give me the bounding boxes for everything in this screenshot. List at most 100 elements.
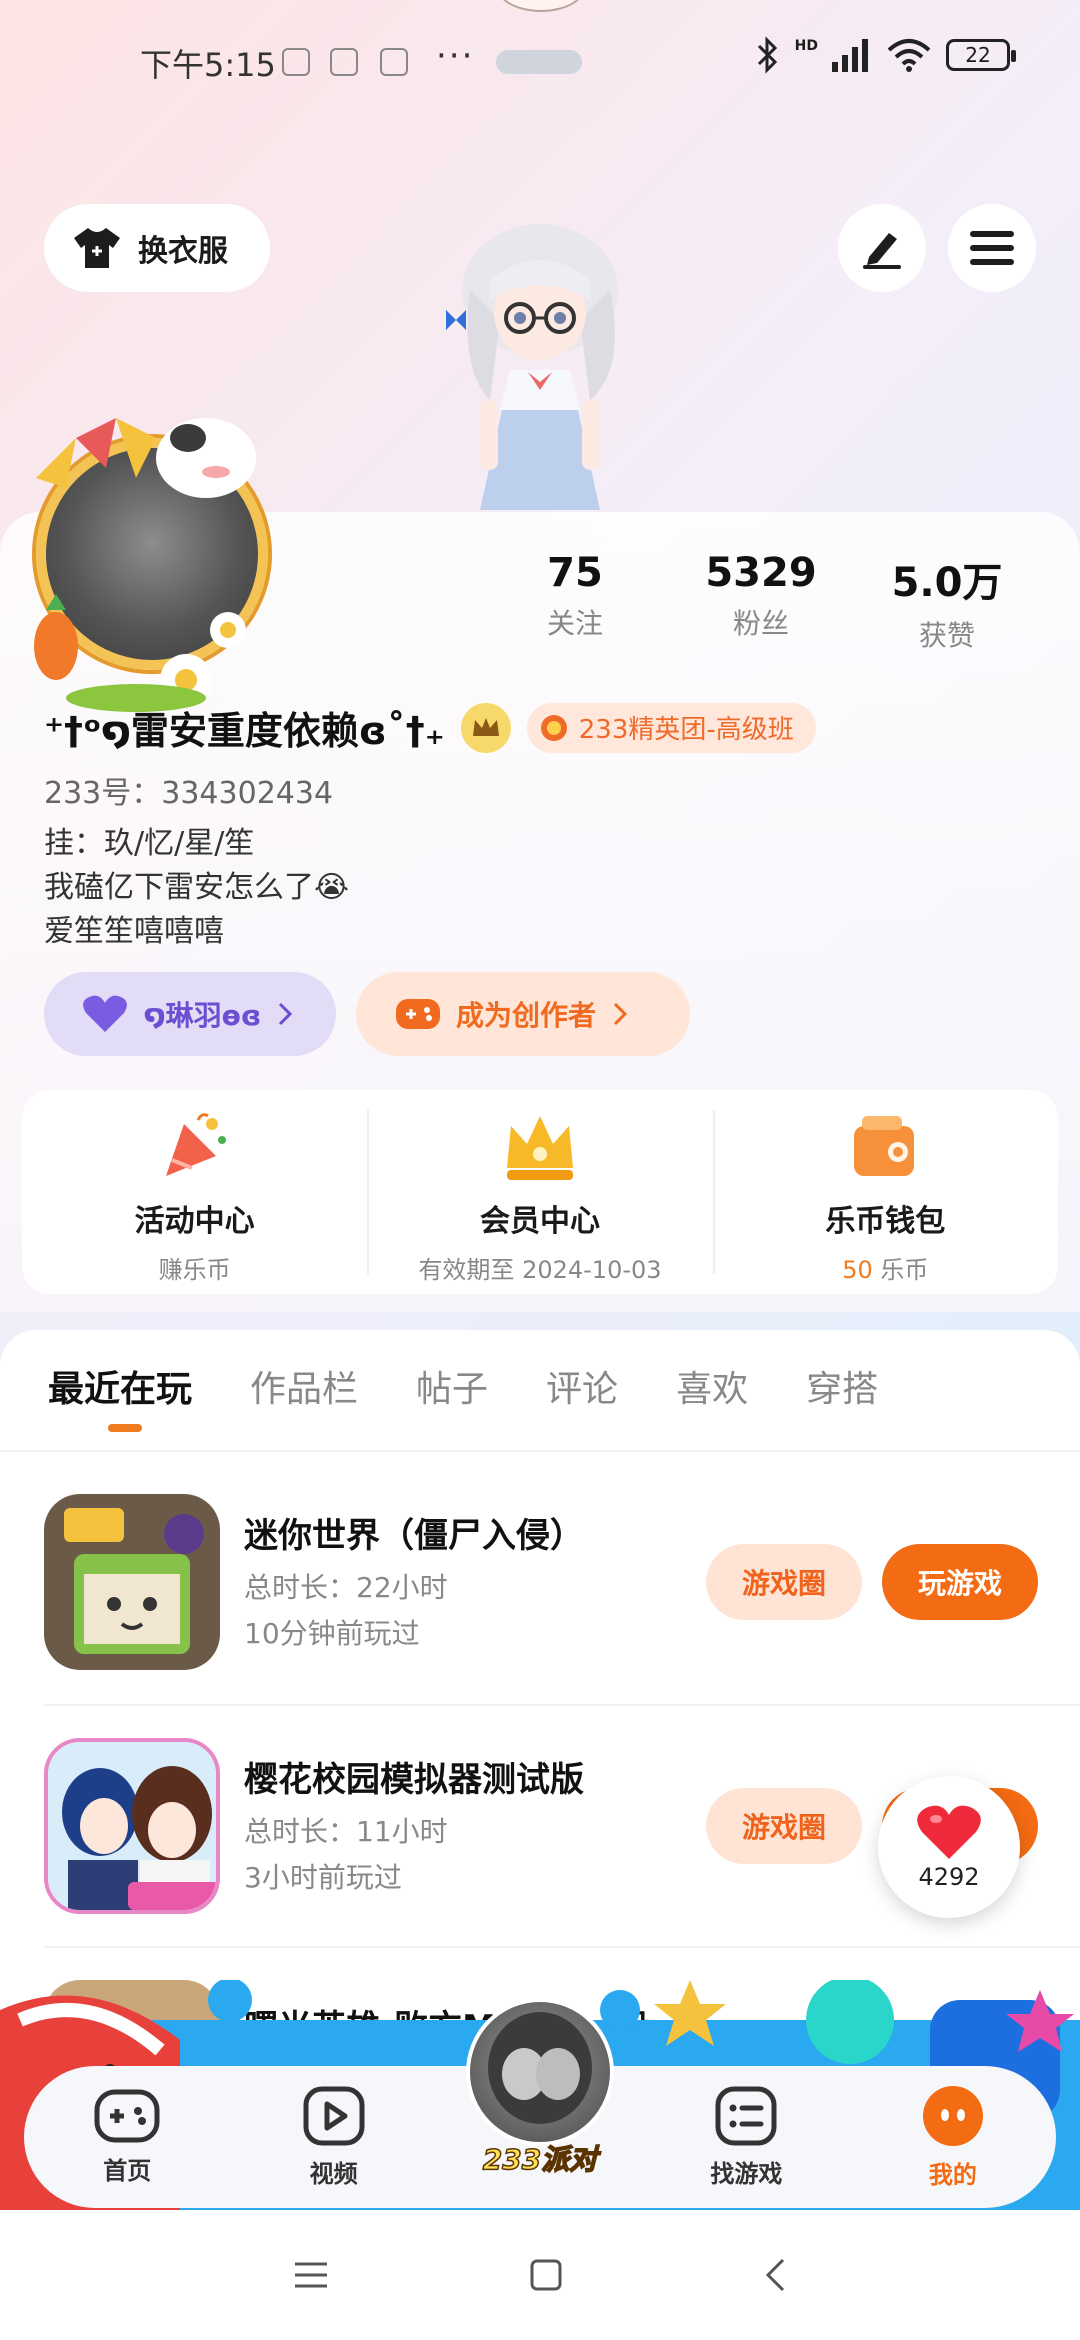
signal-icon bbox=[832, 39, 868, 72]
like-count: 4292 bbox=[918, 1863, 980, 1891]
coin-balance: 50 bbox=[842, 1256, 873, 1284]
stat-label: 获赞 bbox=[918, 619, 975, 652]
fan-group-label: ໑琳羽ɵɞ bbox=[144, 999, 262, 1032]
shortcut-card: 活动中心 赚乐币 会员中心 有效期至 2024-10-03 乐币钱包 50 乐币 bbox=[22, 1090, 1058, 1294]
shortcut-title: 活动中心 bbox=[134, 1204, 255, 1239]
bio: 挂：玖/忆/星/笙 我磕亿下雷安怎么了😭 爱笙笙嘻嘻嘻 bbox=[44, 822, 349, 954]
last-played: 10分钟前玩过 bbox=[244, 1617, 420, 1650]
shortcut-subtitle: 50 乐币 bbox=[842, 1250, 928, 1285]
medal-icon bbox=[540, 714, 567, 741]
tab-recent-played[interactable]: 最近在玩 bbox=[48, 1360, 192, 1450]
wifi-icon bbox=[887, 39, 931, 72]
game-name: 樱花校园模拟器测试版 bbox=[244, 1760, 584, 1800]
home-icon[interactable] bbox=[529, 2258, 563, 2292]
stat-following[interactable]: 75 关注 bbox=[482, 550, 668, 654]
become-creator-label: 成为创作者 bbox=[456, 999, 597, 1032]
coin-wallet[interactable]: 乐币钱包 50 乐币 bbox=[712, 1090, 1058, 1294]
nav-video[interactable]: 视频 bbox=[230, 2066, 436, 2208]
gamepad-icon bbox=[396, 999, 440, 1029]
camera-notch bbox=[496, 0, 586, 12]
nav-home[interactable]: 首页 bbox=[24, 2066, 230, 2208]
like-float-button[interactable]: 4292 bbox=[878, 1776, 1020, 1918]
back-icon[interactable] bbox=[763, 2257, 787, 2293]
game-icon[interactable] bbox=[44, 1738, 220, 1914]
nav-label: 我的 bbox=[928, 2160, 977, 2189]
chevron-right-icon bbox=[613, 1002, 628, 1026]
purple-heart-icon bbox=[83, 995, 127, 1032]
play-duration: 总时长：22小时 bbox=[244, 1571, 448, 1604]
nav-me[interactable]: 我的 bbox=[850, 2066, 1056, 2208]
vip-crown-icon[interactable] bbox=[460, 702, 511, 753]
fan-group-button[interactable]: ໑琳羽ɵɞ bbox=[44, 972, 336, 1056]
stat-value: 5329 bbox=[705, 550, 817, 596]
stat-label: 关注 bbox=[546, 607, 603, 640]
chevron-right-icon bbox=[279, 1002, 293, 1026]
recents-icon[interactable] bbox=[293, 2260, 329, 2290]
party-center-label[interactable]: 233派对 bbox=[462, 2138, 618, 2178]
pen-icon bbox=[863, 233, 901, 269]
divider bbox=[44, 1946, 1080, 1948]
shortcut-subtitle: 赚乐币 bbox=[158, 1256, 231, 1284]
stat-fans[interactable]: 5329 粉丝 bbox=[668, 550, 854, 654]
notification-icon bbox=[282, 48, 310, 76]
menu-button[interactable] bbox=[948, 204, 1036, 292]
group-badge-label: 233精英团-高级班 bbox=[578, 715, 794, 745]
group-badge[interactable]: 233精英团-高级班 bbox=[526, 702, 816, 753]
system-navigation-bar bbox=[0, 2210, 1080, 2340]
avatar-character[interactable] bbox=[430, 220, 650, 520]
avatar[interactable] bbox=[34, 418, 268, 712]
status-icons: HD 22 bbox=[755, 36, 1016, 74]
tab-comments[interactable]: 评论 bbox=[546, 1360, 618, 1450]
change-outfit-button[interactable]: 换衣服 bbox=[44, 204, 270, 292]
vip-center[interactable]: 会员中心 有效期至 2024-10-03 bbox=[367, 1090, 712, 1294]
shortcut-title: 乐币钱包 bbox=[825, 1204, 946, 1239]
gamepad-icon bbox=[94, 2089, 160, 2142]
status-bar: 下午5:15 ··· HD 22 bbox=[0, 0, 1080, 120]
status-time: 下午5:15 bbox=[140, 46, 276, 84]
stat-likes[interactable]: 5.0万 获赞 bbox=[854, 550, 1040, 654]
notification-icon bbox=[330, 48, 358, 76]
nickname: ⁺†ᵒ໑雷安重度依赖ɞ˚†₊ bbox=[44, 709, 445, 753]
network-type-label: HD bbox=[794, 38, 818, 54]
divider bbox=[44, 1704, 1080, 1706]
profile-tabs: 最近在玩 作品栏 帖子 评论 喜欢 穿搭 bbox=[0, 1360, 1080, 1450]
bio-line: 挂：玖/忆/星/笙 bbox=[44, 826, 255, 861]
profile-stats: 75 关注 5329 粉丝 5.0万 获赞 bbox=[482, 550, 1040, 654]
tab-likes[interactable]: 喜欢 bbox=[676, 1360, 748, 1450]
shortcut-title: 会员中心 bbox=[479, 1204, 600, 1239]
coin-unit: 乐币 bbox=[880, 1256, 929, 1284]
shortcut-subtitle: 有效期至 2024-10-03 bbox=[418, 1256, 662, 1284]
play-duration: 总时长：11小时 bbox=[244, 1815, 448, 1848]
play-game-button[interactable]: 玩游戏 bbox=[882, 1544, 1038, 1620]
game-icon[interactable] bbox=[44, 1494, 220, 1670]
change-outfit-label: 换衣服 bbox=[138, 234, 228, 269]
bio-line: 爱笙笙嘻嘻嘻 bbox=[44, 914, 224, 949]
tshirt-icon bbox=[74, 228, 120, 268]
status-pill bbox=[496, 50, 582, 74]
more-notifications-icon: ··· bbox=[436, 36, 475, 76]
edit-profile-button[interactable] bbox=[838, 204, 926, 292]
user-id[interactable]: 233号：334302434 bbox=[44, 768, 333, 812]
party-avatar-image bbox=[488, 2012, 592, 2124]
activity-center[interactable]: 活动中心 赚乐币 bbox=[22, 1090, 367, 1294]
tab-works[interactable]: 作品栏 bbox=[250, 1360, 358, 1450]
tab-outfits[interactable]: 穿搭 bbox=[806, 1360, 878, 1450]
become-creator-button[interactable]: 成为创作者 bbox=[356, 972, 690, 1056]
battery-icon: 22 bbox=[946, 39, 1016, 71]
nav-label: 首页 bbox=[103, 2156, 152, 2185]
party-center-button[interactable] bbox=[466, 1998, 614, 2146]
game-circle-button[interactable]: 游戏圈 bbox=[706, 1788, 862, 1864]
stat-value: 5.0万 bbox=[891, 560, 1003, 606]
list-item[interactable]: 迷你世界（僵尸入侵） 总时长：22小时 10分钟前玩过 游戏圈 玩游戏 bbox=[44, 1494, 1080, 1674]
stat-value: 75 bbox=[547, 550, 603, 596]
hamburger-menu-icon bbox=[970, 231, 1014, 265]
game-circle-button[interactable]: 游戏圈 bbox=[706, 1544, 862, 1620]
video-play-icon bbox=[303, 2086, 365, 2145]
tab-posts[interactable]: 帖子 bbox=[416, 1360, 488, 1450]
nickname-row: ⁺†ᵒ໑雷安重度依赖ɞ˚†₊ 233精英团-高级班 bbox=[44, 700, 816, 755]
list-icon bbox=[715, 2086, 777, 2145]
nav-find-games[interactable]: 找游戏 bbox=[643, 2066, 849, 2208]
stat-label: 粉丝 bbox=[732, 607, 789, 640]
battery-level: 22 bbox=[965, 43, 991, 67]
crown-icon bbox=[503, 1110, 577, 1184]
